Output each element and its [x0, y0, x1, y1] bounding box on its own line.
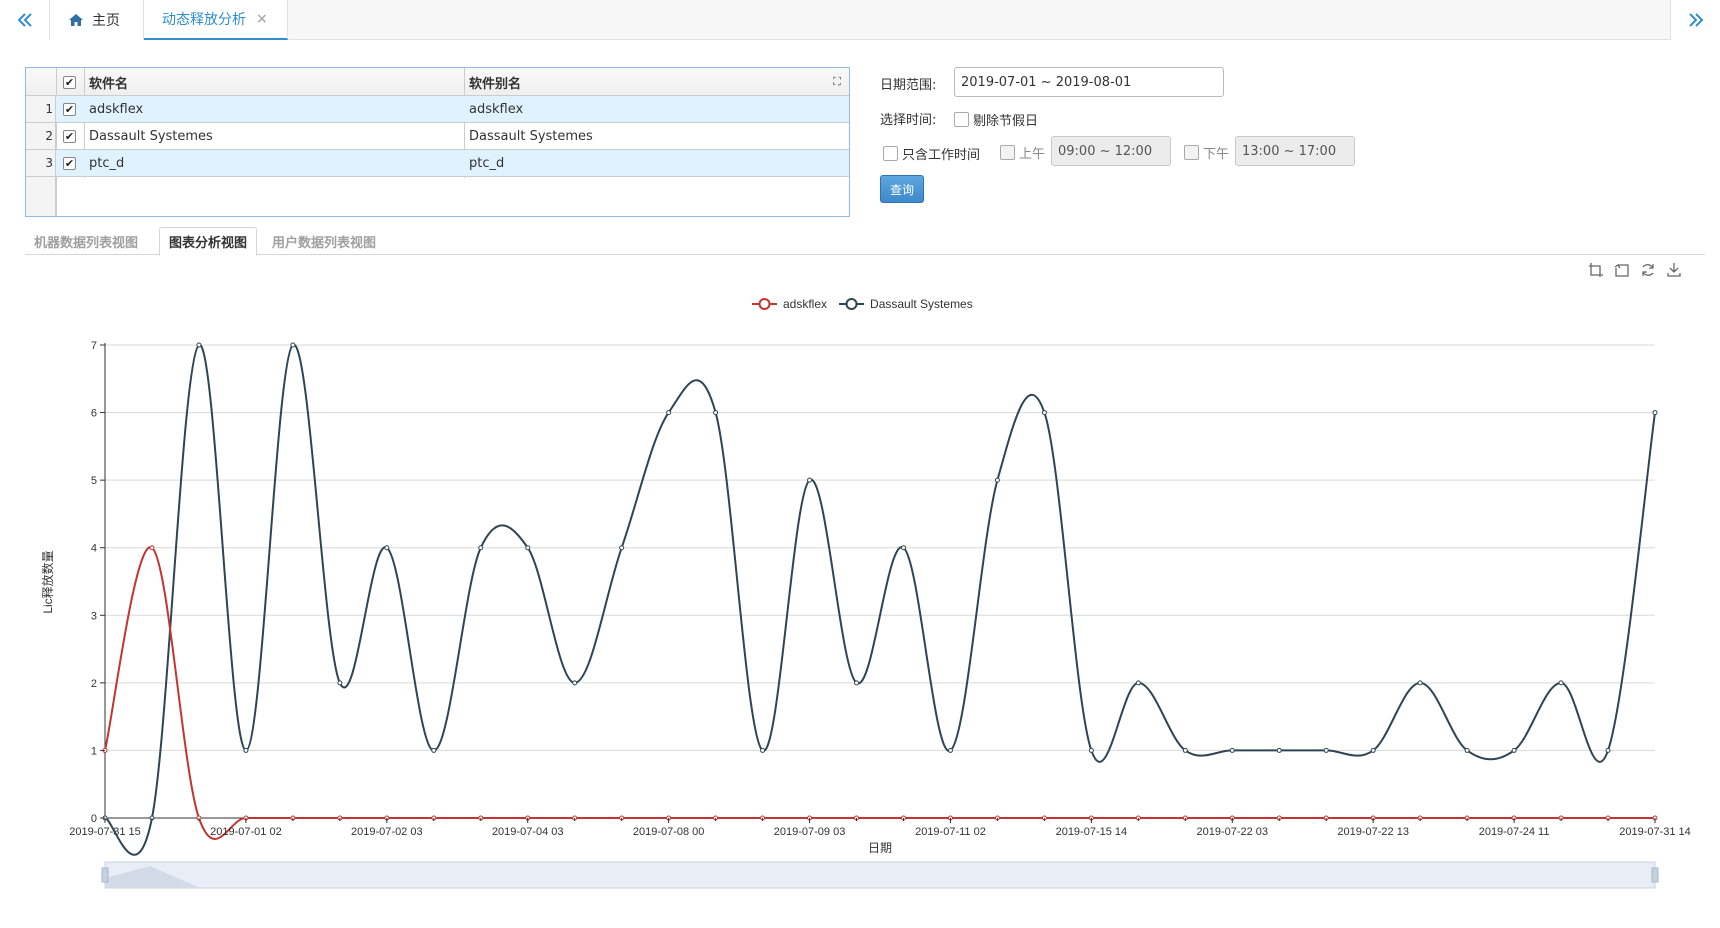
legend-item[interactable]: Dassault Systemes [839, 297, 973, 311]
data-point[interactable] [947, 747, 953, 753]
chart-axes [104, 343, 1655, 819]
data-point[interactable] [900, 545, 906, 551]
x-axis-title: 日期 [868, 841, 892, 855]
x-tick-label: 2019-07-08 00 [633, 826, 705, 838]
y-tick-label: 5 [91, 475, 97, 487]
data-zoom-handle-right[interactable] [1651, 867, 1659, 883]
data-point[interactable] [807, 477, 813, 483]
x-tick-label: 2019-07-15 14 [1056, 826, 1128, 838]
x-tick-label: 2019-07-02 03 [351, 826, 423, 838]
data-point[interactable] [1417, 680, 1423, 686]
data-point[interactable] [1323, 747, 1329, 753]
data-point[interactable] [1464, 747, 1470, 753]
data-point[interactable] [1041, 410, 1047, 416]
data-point[interactable] [1511, 747, 1517, 753]
x-tick-label: 2019-07-31 14 [1619, 826, 1691, 838]
data-zoom-slider[interactable] [101, 861, 1659, 889]
data-point[interactable] [572, 680, 578, 686]
data-point[interactable] [854, 680, 860, 686]
chart-series [104, 343, 1656, 856]
x-tick-label: 2019-07-11 02 [915, 826, 986, 838]
data-point[interactable] [994, 477, 1000, 483]
y-tick-label: 7 [91, 340, 97, 352]
legend-label: adskflex [783, 297, 827, 311]
chart-ticks: 0 1 2 3 4 5 6 7 2019-07-31 15 2019-07-01 02 2019-0… [69, 340, 1691, 838]
legend-item[interactable]: adskflex [752, 297, 827, 311]
x-tick-label: 2019-07-24 11 [1479, 826, 1550, 838]
chart-points [102, 342, 1658, 821]
data-point[interactable] [290, 342, 296, 348]
data-point[interactable] [619, 545, 625, 551]
y-tick-label: 1 [91, 745, 97, 757]
series-line-1[interactable] [104, 343, 1656, 856]
x-tick-label: 2019-07-04 03 [492, 826, 564, 838]
data-point[interactable] [760, 747, 766, 753]
chart-legend: adskflex Dassault Systemes [752, 297, 973, 311]
y-tick-label: 0 [91, 813, 97, 825]
series-line-0[interactable] [104, 546, 1655, 840]
data-point[interactable] [525, 545, 531, 551]
data-point[interactable] [1229, 747, 1235, 753]
x-tick-label: 2019-07-09 03 [774, 826, 846, 838]
y-tick-label: 6 [91, 408, 97, 420]
data-point[interactable] [713, 410, 719, 416]
data-point[interactable] [1276, 747, 1282, 753]
x-tick-label: 2019-07-31 15 [69, 826, 141, 838]
x-tick-label: 2019-07-22 03 [1196, 826, 1268, 838]
data-point[interactable] [1652, 410, 1658, 416]
data-point[interactable] [149, 545, 155, 551]
data-point[interactable] [666, 410, 672, 416]
legend-label: Dassault Systemes [870, 297, 973, 311]
data-zoom-track [104, 861, 1656, 889]
release-line-chart: adskflex Dassault Systemes 0 1 2 3 4 5 6 7 2019-0… [40, 297, 1691, 889]
x-tick-label: 2019-07-22 13 [1337, 826, 1409, 838]
data-point[interactable] [1605, 747, 1611, 753]
x-tick-label: 2019-07-01 02 [210, 826, 282, 838]
data-point[interactable] [478, 545, 484, 551]
data-point[interactable] [196, 342, 202, 348]
data-point[interactable] [1088, 747, 1094, 753]
legend-marker [758, 298, 771, 310]
y-tick-label: 4 [91, 543, 97, 555]
data-point[interactable] [243, 747, 249, 753]
data-point[interactable] [1135, 680, 1141, 686]
data-point[interactable] [1558, 680, 1564, 686]
chart-gridlines [105, 344, 1655, 751]
data-point[interactable] [431, 747, 437, 753]
y-axis-title: Lic释放数量 [40, 550, 55, 613]
y-tick-label: 3 [91, 610, 97, 622]
data-point[interactable] [1370, 747, 1376, 753]
legend-marker [845, 298, 858, 310]
data-zoom-handle-left[interactable] [101, 867, 109, 883]
y-tick-label: 2 [91, 678, 97, 690]
data-point[interactable] [1182, 747, 1188, 753]
data-point[interactable] [384, 545, 390, 551]
data-point[interactable] [337, 680, 343, 686]
